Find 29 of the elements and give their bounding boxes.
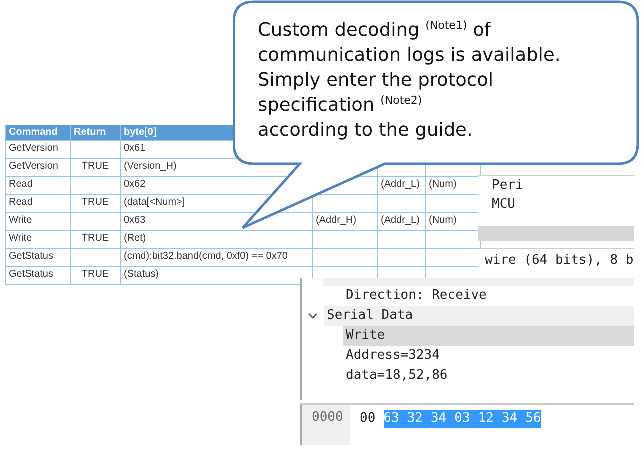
table-cell: GetVersion — [6, 141, 71, 158]
table-cell: Read — [6, 177, 71, 194]
table-cell: (Ret) — [121, 231, 313, 248]
tree-item[interactable]: Write — [343, 326, 634, 346]
frame-summary: wire (64 bits), 8 b — [478, 248, 634, 278]
table-cell: TRUE — [71, 195, 121, 212]
table-cell: (cmd):bit32.band(cmd, 0xf0) == 0x70 — [121, 249, 313, 266]
table-cell: TRUE — [71, 231, 121, 248]
tree-item[interactable]: Address=3234 — [343, 346, 634, 366]
table-cell: GetStatus — [6, 249, 71, 266]
table-cell: GetVersion — [6, 159, 71, 176]
table-cell: TRUE — [71, 267, 121, 284]
hex-offset: 0000 — [302, 405, 350, 445]
column-header: Command — [6, 125, 71, 140]
table-cell: (Addr_L) — [378, 177, 426, 194]
tree-item[interactable]: data=18,52,86 — [343, 366, 634, 386]
packet-row[interactable]: MCU — [478, 195, 634, 214]
table-cell: Read — [6, 195, 71, 212]
packet-row[interactable]: Peri — [478, 176, 634, 195]
column-header: Return — [71, 125, 121, 140]
tree-section-row[interactable] — [323, 278, 634, 286]
table-cell: TRUE — [71, 159, 121, 176]
table-cell: Write — [6, 213, 71, 230]
table-cell: GetStatus — [6, 267, 71, 284]
scrollbar[interactable] — [478, 226, 634, 241]
hex-byte[interactable]: 00 — [360, 410, 376, 428]
tree-item[interactable]: Direction: Receive — [343, 286, 634, 306]
chevron-down-icon[interactable] — [308, 311, 318, 321]
table-cell: Write — [6, 231, 71, 248]
